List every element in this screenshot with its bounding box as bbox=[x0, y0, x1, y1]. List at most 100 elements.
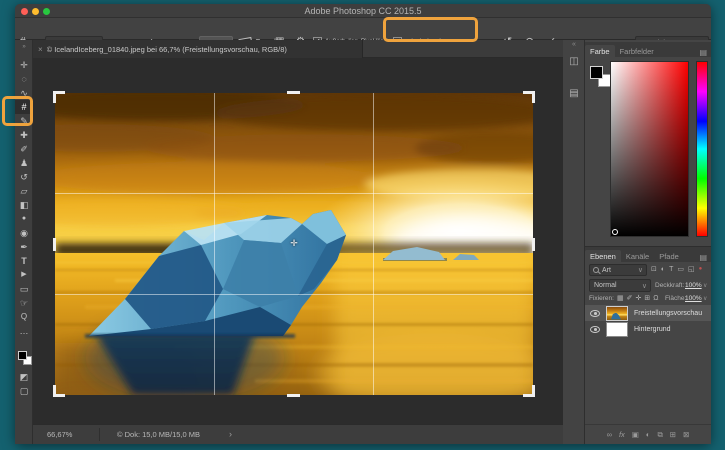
zoom-level-value[interactable]: 66,67% bbox=[47, 430, 72, 439]
title-bar: Adobe Photoshop CC 2015.5 bbox=[15, 4, 711, 18]
filter-toggle-icon[interactable]: ● bbox=[699, 266, 703, 272]
tool-dodge[interactable]: ◉ bbox=[15, 226, 33, 240]
iceberg-image[interactable]: ✛ bbox=[55, 93, 533, 395]
crop-handle-bottom-right[interactable] bbox=[523, 385, 535, 397]
toolbar-collapse-icon[interactable]: » bbox=[15, 42, 33, 52]
tool-type[interactable]: T bbox=[15, 254, 33, 268]
lock-icons: ▦ ✐ ✛ ⊞ Ω bbox=[617, 294, 658, 302]
canvas-area[interactable]: ✛ bbox=[33, 58, 563, 424]
options-bar: #▾ Verhältnis∨ ⇄ Löschen Gerade aus ▦▾ ⚙… bbox=[15, 18, 711, 40]
filter-type-layers-icon[interactable]: T bbox=[669, 266, 673, 273]
tab-ebenen[interactable]: Ebenen bbox=[585, 250, 621, 262]
layer-visibility-eye-icon[interactable] bbox=[590, 326, 600, 333]
quick-mask-icon[interactable]: ◩ bbox=[15, 370, 33, 384]
tool-hand[interactable]: ☞ bbox=[15, 296, 33, 310]
filter-adjustment-layers-icon[interactable]: ◐ bbox=[661, 266, 665, 273]
screen-mode-icon[interactable]: ▢ bbox=[15, 384, 33, 398]
crop-handle-bottom-mid[interactable] bbox=[287, 394, 300, 397]
layer-thumbnail[interactable] bbox=[606, 322, 628, 337]
close-tab-icon[interactable]: × bbox=[38, 45, 43, 54]
tool-shape[interactable]: ▭ bbox=[15, 282, 33, 296]
color-panel-tabs: Farbe Farbfelder ▤ bbox=[585, 42, 711, 57]
opacity-value[interactable]: 100% bbox=[685, 282, 702, 289]
layer-filter-dropdown[interactable]: Art ∨ bbox=[589, 264, 647, 276]
document-tab[interactable]: × © IcelandIceberg_01840.jpeg bei 66,7% … bbox=[33, 40, 363, 58]
layer-name: Freistellungsvorschau bbox=[634, 310, 702, 317]
layer-effects-icon[interactable]: fx bbox=[619, 430, 625, 439]
tool-blur[interactable]: ● bbox=[15, 212, 33, 226]
expand-panels-icon[interactable]: « bbox=[563, 41, 585, 48]
tool-zoom[interactable]: Q bbox=[15, 310, 33, 324]
layer-filter-icons: ⊡ ◐ T ▭ ◱ ● bbox=[651, 265, 702, 273]
layers-panel-buttons: ∞ fx ▣ ◐ ⧉ ⊞ ⊠ bbox=[585, 424, 711, 444]
crop-handle-right-mid[interactable] bbox=[532, 238, 535, 251]
panel-menu-icon[interactable]: ▤ bbox=[695, 253, 711, 262]
new-layer-icon[interactable]: ⊞ bbox=[670, 430, 676, 439]
status-divider bbox=[99, 428, 100, 441]
crop-handle-top-left[interactable] bbox=[53, 91, 65, 103]
tool-move[interactable]: ✛ bbox=[15, 58, 33, 72]
link-layers-icon[interactable]: ∞ bbox=[607, 430, 612, 439]
lock-artboard-icon[interactable]: ⊞ bbox=[644, 294, 650, 302]
fill-value[interactable]: 100% bbox=[685, 295, 702, 302]
lock-all-icon[interactable]: Ω bbox=[653, 295, 658, 302]
panel-menu-icon[interactable]: ▤ bbox=[695, 48, 711, 57]
color-picker-marker[interactable] bbox=[612, 229, 618, 235]
filter-pixel-layers-icon[interactable]: ⊡ bbox=[651, 265, 657, 273]
tool-healing-brush[interactable]: ✚ bbox=[15, 128, 33, 142]
chevron-down-icon: ∨ bbox=[638, 266, 646, 274]
foreground-color-swatch[interactable] bbox=[590, 66, 603, 79]
tool-eraser[interactable]: ▱ bbox=[15, 184, 33, 198]
tool-eyedropper[interactable]: ✎ bbox=[15, 114, 33, 128]
layer-row-hintergrund[interactable]: Hintergrund bbox=[585, 321, 711, 337]
layer-visibility-eye-icon[interactable] bbox=[590, 310, 600, 317]
filter-shape-layers-icon[interactable]: ▭ bbox=[677, 265, 684, 273]
blend-mode-dropdown[interactable]: Normal ∨ bbox=[589, 279, 651, 292]
add-layer-mask-icon[interactable]: ▣ bbox=[632, 430, 639, 439]
tab-farbe[interactable]: Farbe bbox=[585, 45, 615, 57]
delete-layer-icon[interactable]: ⊠ bbox=[683, 430, 689, 439]
tool-brush[interactable]: ✐ bbox=[15, 142, 33, 156]
tool-lasso[interactable]: ∿ bbox=[15, 86, 33, 100]
chevron-down-icon[interactable]: ∨ bbox=[703, 282, 707, 289]
info-panel-icon[interactable]: ▤ bbox=[566, 86, 582, 102]
layer-thumbnail[interactable] bbox=[606, 306, 628, 321]
tool-marquee[interactable]: ◌ bbox=[15, 72, 33, 86]
new-group-icon[interactable]: ⧉ bbox=[657, 430, 662, 440]
tool-path-selection[interactable]: ▶ bbox=[15, 268, 33, 282]
layers-panel: Ebenen Kanäle Pfade ▤ Art ∨ ⊡ ◐ T ▭ ◱ ● bbox=[585, 247, 711, 444]
chevron-down-icon: ∨ bbox=[642, 282, 650, 290]
crop-handle-bottom-left[interactable] bbox=[53, 385, 65, 397]
screenshot-root: { "window": { "title": "Adobe Photoshop … bbox=[0, 0, 725, 450]
tool-edit-toolbar[interactable]: … bbox=[15, 324, 33, 338]
filter-smart-object-icon[interactable]: ◱ bbox=[688, 265, 695, 273]
properties-panel-icon[interactable]: ◫ bbox=[566, 54, 582, 70]
tool-clone-stamp[interactable]: ♟ bbox=[15, 156, 33, 170]
color-saturation-field[interactable] bbox=[610, 61, 689, 237]
tool-gradient[interactable]: ◧ bbox=[15, 198, 33, 212]
status-expander-icon[interactable]: › bbox=[229, 429, 232, 439]
crop-handle-left-mid[interactable] bbox=[53, 238, 56, 251]
adjustment-layer-icon[interactable]: ◐ bbox=[646, 430, 651, 439]
tool-pen[interactable]: ✒ bbox=[15, 240, 33, 254]
tab-pfade[interactable]: Pfade bbox=[654, 250, 684, 262]
panel-dock: « ◫ ▤ Farbe Farbfelder ▤ Ebe bbox=[563, 40, 711, 444]
lock-position-icon[interactable]: ✛ bbox=[636, 294, 642, 302]
crop-center-marker[interactable]: ✛ bbox=[290, 238, 298, 249]
crop-grid-line-vertical-1 bbox=[214, 93, 215, 395]
lock-transparent-pixels-icon[interactable]: ▦ bbox=[617, 294, 624, 302]
tab-kanaele[interactable]: Kanäle bbox=[621, 250, 654, 262]
lock-image-pixels-icon[interactable]: ✐ bbox=[627, 294, 633, 302]
tool-bar: » ✛ ◌ ∿ # ✎ ✚ ✐ ♟ ↺ ▱ ◧ ● ◉ ✒ T ▶ ▭ ☞ Q … bbox=[15, 40, 33, 444]
tab-farbfelder[interactable]: Farbfelder bbox=[615, 45, 659, 57]
hue-slider[interactable] bbox=[696, 61, 708, 237]
chevron-down-icon[interactable]: ∨ bbox=[703, 295, 707, 302]
foreground-color-swatch[interactable] bbox=[18, 351, 27, 360]
tool-crop[interactable]: # bbox=[15, 100, 33, 114]
crop-handle-top-right[interactable] bbox=[523, 91, 535, 103]
status-bar: 66,67% © Dok: 15,0 MB/15,0 MB › bbox=[33, 424, 563, 444]
layers-panel-tabs: Ebenen Kanäle Pfade ▤ bbox=[585, 247, 711, 262]
tool-history-brush[interactable]: ↺ bbox=[15, 170, 33, 184]
layer-row-freistellungsvorschau[interactable]: Freistellungsvorschau bbox=[585, 305, 711, 321]
crop-handle-top-mid[interactable] bbox=[287, 91, 300, 94]
